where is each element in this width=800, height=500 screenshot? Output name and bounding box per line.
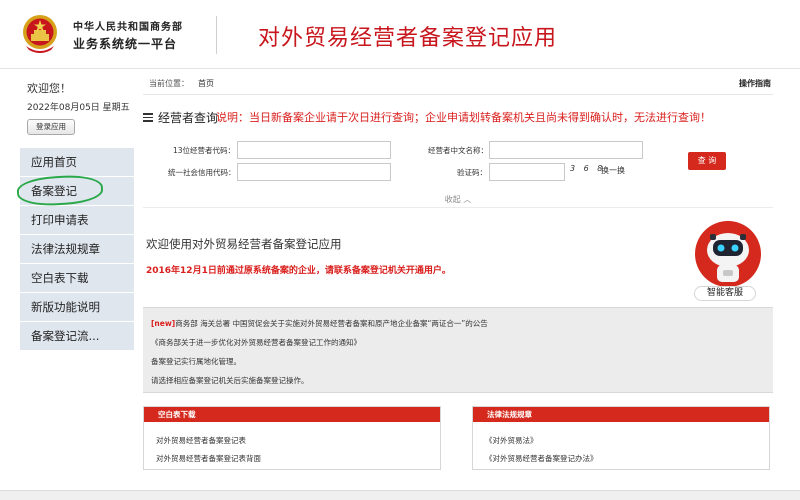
login-button[interactable]: 登录应用 xyxy=(27,119,75,135)
law-link[interactable]: 《对外贸易法》 xyxy=(485,435,538,446)
captcha-label: 验证码： xyxy=(457,168,487,177)
smart-service-label[interactable]: 智能客服 xyxy=(694,286,756,301)
header-divider xyxy=(216,16,217,54)
sidebar-item-process[interactable]: 备案登记流... xyxy=(20,322,134,350)
cn-name-label: 经营者中文名称： xyxy=(428,146,488,155)
laws-panel-title: 法律法规规章 xyxy=(473,407,769,422)
code13-label: 13位经营者代码： xyxy=(173,146,236,155)
bottom-scroll-area xyxy=(0,490,800,500)
query-note: 说明：当日新备案企业请于次日进行查询；企业申请划转备案机关且尚未得到确认时，无法… xyxy=(216,111,711,124)
announcement-line-3: 备案登记实行属地化管理。 xyxy=(151,357,241,366)
search-button[interactable]: 查 询 xyxy=(688,152,726,170)
credit-code-input[interactable] xyxy=(237,163,391,181)
credit-code-label: 统一社会信用代码： xyxy=(168,168,236,177)
app-page: 中华人民共和国商务部 业务系统统一平台 对外贸易经营者备案登记应用 欢迎您！ 2… xyxy=(0,0,800,500)
captcha-input[interactable] xyxy=(489,163,565,181)
query-header: 经营者查询 说明：当日新备案企业请于次日进行查询；企业申请划转备案机关且尚未得到… xyxy=(143,108,773,128)
org-name: 中华人民共和国商务部 xyxy=(73,22,183,33)
national-emblem-icon xyxy=(23,15,57,53)
announcement-line-4: 请选择相应备案登记机关后实施备案登记操作。 xyxy=(151,376,309,385)
query-title: 经营者查询 xyxy=(158,111,219,125)
collapse-toggle[interactable]: 收起 ︿ xyxy=(143,192,773,208)
new-badge: [new] xyxy=(151,319,176,328)
refresh-captcha-link[interactable]: 换一换 xyxy=(601,165,625,176)
welcome-panel: 欢迎您！ 2022年08月05日 星期五 登录应用 xyxy=(20,72,134,148)
sidebar-item-print-application[interactable]: 打印申请表 xyxy=(20,206,134,234)
platform-name: 业务系统统一平台 xyxy=(73,37,178,51)
site-header: 中华人民共和国商务部 业务系统统一平台 对外贸易经营者备案登记应用 xyxy=(0,0,800,69)
laws-panel: 法律法规规章 《对外贸易法》 《对外贸易经营者备案登记办法》 xyxy=(472,406,770,470)
blank-forms-panel-title: 空白表下载 xyxy=(144,407,440,422)
breadcrumb-home-link[interactable]: 首页 xyxy=(198,73,214,95)
migration-notice: 2016年12月1日前通过原系统备案的企业，请联系备案登记机关开通用户。 xyxy=(146,266,451,276)
download-link[interactable]: 对外贸易经营者备案登记表背面 xyxy=(156,453,261,464)
announcement-box: [new]商务部 海关总署 中国贸促会关于实施对外贸易经营者备案和原产地企业备案… xyxy=(143,307,773,393)
blank-forms-panel: 空白表下载 对外贸易经营者备案登记表 对外贸易经营者备案登记表背面 xyxy=(143,406,441,470)
sidebar-item-blank-forms[interactable]: 空白表下载 xyxy=(20,264,134,292)
sidebar: 欢迎您！ 2022年08月05日 星期五 登录应用 应用首页 备案登记 打印申请… xyxy=(20,72,134,350)
download-link[interactable]: 对外贸易经营者备案登记表 xyxy=(156,435,246,446)
current-date: 2022年08月05日 星期五 xyxy=(27,103,130,113)
sidebar-item-laws[interactable]: 法律法规规章 xyxy=(20,235,134,263)
welcome-text: 欢迎您！ xyxy=(27,82,71,95)
announcement-line-1[interactable]: [new]商务部 海关总署 中国贸促会关于实施对外贸易经营者备案和原产地企业备案… xyxy=(151,318,488,329)
announcement-line-2[interactable]: 《商务部关于进一步优化对外贸易经营者备案登记工作的通知》 xyxy=(151,337,361,348)
welcome-heading: 欢迎使用对外贸易经营者备案登记应用 xyxy=(146,237,342,251)
breadcrumb: 当前位置： 首页 操作指南 xyxy=(143,73,773,95)
code13-input[interactable] xyxy=(237,141,391,159)
sidebar-item-home[interactable]: 应用首页 xyxy=(20,148,134,176)
list-icon xyxy=(143,113,153,122)
app-title: 对外贸易经营者备案登记应用 xyxy=(258,26,558,51)
announcement-text: 商务部 海关总署 中国贸促会关于实施对外贸易经营者备案和原产地企业备案“两证合一… xyxy=(175,319,488,328)
cn-name-input[interactable] xyxy=(489,141,643,159)
law-link[interactable]: 《对外贸易经营者备案登记办法》 xyxy=(485,453,598,464)
operation-guide-link[interactable]: 操作指南 xyxy=(739,73,771,95)
breadcrumb-label: 当前位置： xyxy=(149,79,189,88)
sidebar-item-new-features[interactable]: 新版功能说明 xyxy=(20,293,134,321)
